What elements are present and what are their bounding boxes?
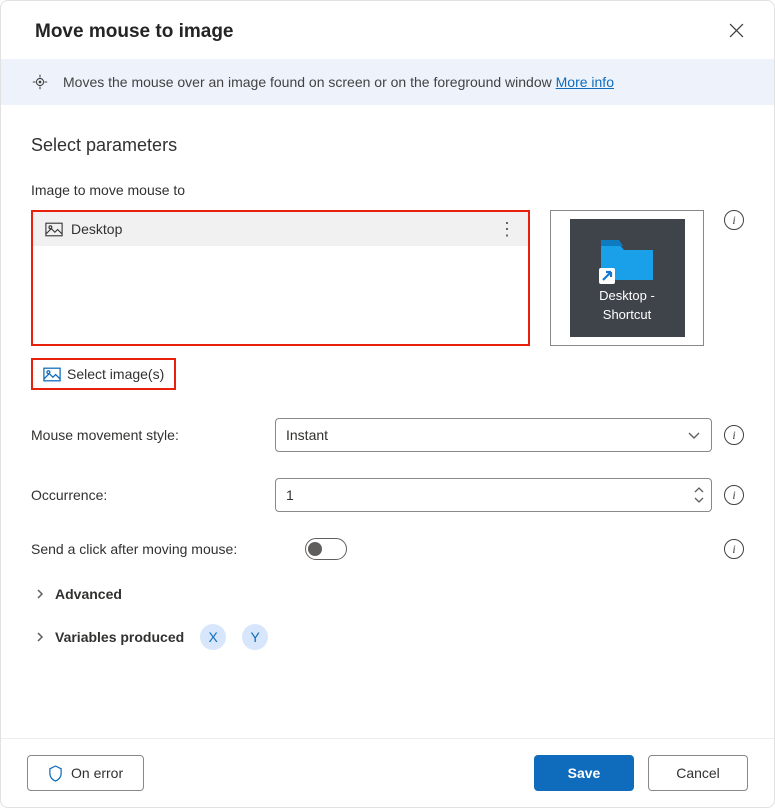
item-menu-button[interactable]: ⋮ (498, 220, 516, 238)
movement-style-row: Mouse movement style: Instant i (31, 418, 744, 452)
send-click-label: Send a click after moving mouse: (31, 541, 291, 557)
variable-chip-y[interactable]: Y (242, 624, 268, 650)
occurrence-label: Occurrence: (31, 487, 261, 503)
send-click-row: Send a click after moving mouse: i (31, 538, 744, 560)
image-list[interactable]: Desktop ⋮ (31, 210, 530, 346)
shield-icon (48, 765, 63, 782)
image-item-name: Desktop (71, 221, 122, 237)
image-selection-row: Desktop ⋮ Desktop - Shortcut i (31, 210, 744, 346)
movement-style-select[interactable]: Instant (275, 418, 712, 452)
advanced-expander[interactable]: Advanced (35, 586, 744, 602)
select-images-button[interactable]: Select image(s) (31, 358, 176, 390)
cancel-button[interactable]: Cancel (648, 755, 748, 791)
chevron-right-icon (35, 588, 45, 600)
spinner-buttons[interactable] (693, 486, 705, 504)
preview-label-1: Desktop - (599, 288, 655, 303)
picture-icon (43, 367, 61, 382)
send-click-toggle[interactable] (305, 538, 347, 560)
chevron-down-icon (687, 430, 701, 440)
picture-icon (45, 222, 63, 237)
info-icon[interactable]: i (724, 425, 744, 445)
dialog-title: Move mouse to image (35, 21, 234, 43)
preview-label-2: Shortcut (603, 307, 651, 322)
on-error-button[interactable]: On error (27, 755, 144, 791)
info-icon[interactable]: i (724, 210, 744, 230)
dialog-content: Select parameters Image to move mouse to… (1, 105, 774, 738)
occurrence-row: Occurrence: 1 i (31, 478, 744, 512)
dialog-header: Move mouse to image (1, 1, 774, 59)
occurrence-input[interactable]: 1 (275, 478, 712, 512)
mouse-target-icon (31, 73, 49, 91)
close-button[interactable] (725, 19, 748, 45)
close-icon (729, 23, 744, 38)
chevron-right-icon (35, 631, 45, 643)
chevron-down-icon (693, 496, 705, 504)
info-banner: Moves the mouse over an image found on s… (1, 59, 774, 105)
dialog: Move mouse to image Moves the mouse over… (0, 0, 775, 808)
image-list-item[interactable]: Desktop ⋮ (33, 212, 528, 246)
banner-text: Moves the mouse over an image found on s… (63, 74, 614, 90)
dialog-footer: On error Save Cancel (1, 738, 774, 807)
more-info-link[interactable]: More info (556, 74, 614, 90)
save-button[interactable]: Save (534, 755, 634, 791)
variable-chip-x[interactable]: X (200, 624, 226, 650)
movement-style-label: Mouse movement style: (31, 427, 261, 443)
folder-shortcut-icon (597, 234, 657, 284)
info-icon[interactable]: i (724, 539, 744, 559)
info-icon[interactable]: i (724, 485, 744, 505)
variables-expander[interactable]: Variables produced X Y (35, 624, 744, 650)
image-preview: Desktop - Shortcut (550, 210, 704, 346)
image-field-label: Image to move mouse to (31, 182, 744, 198)
section-title: Select parameters (31, 135, 744, 156)
chevron-up-icon (693, 486, 705, 494)
